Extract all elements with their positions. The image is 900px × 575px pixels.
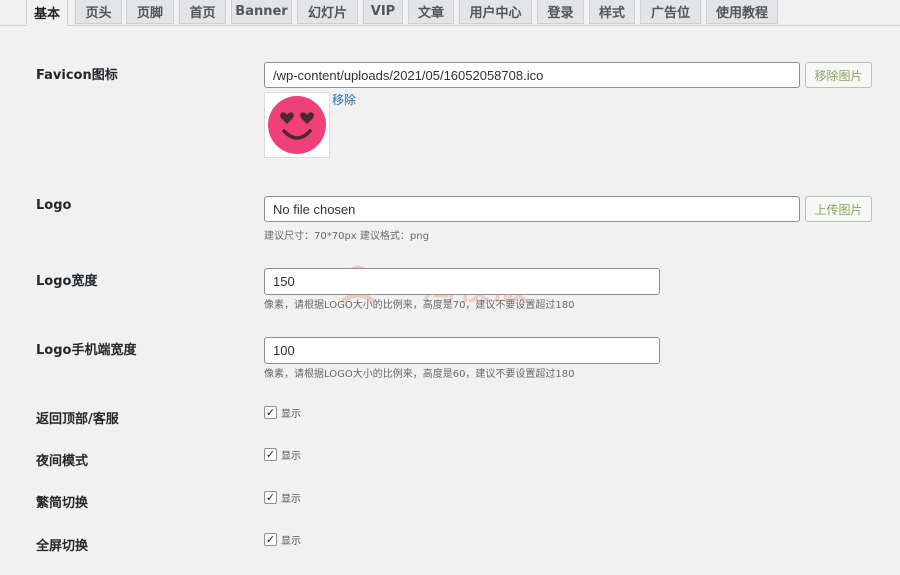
- tab-user-center[interactable]: 用户中心: [459, 0, 532, 24]
- remove-favicon-link[interactable]: 移除: [332, 91, 356, 108]
- simplified-traditional-option: ✓ 显示: [264, 490, 301, 505]
- favicon-preview: [264, 92, 330, 158]
- back-to-top-checkbox[interactable]: ✓: [264, 406, 277, 419]
- tab-articles[interactable]: 文章: [408, 0, 454, 24]
- logo-file-input[interactable]: No file chosen: [264, 196, 800, 222]
- simplified-traditional-label: 繁简切换: [36, 496, 89, 511]
- logo-hint: 建议尺寸：70*70px 建议格式：png: [264, 231, 429, 242]
- night-mode-label: 夜间模式: [36, 454, 89, 469]
- logo-width-input[interactable]: 150: [264, 268, 660, 295]
- night-mode-option-label: 显示: [281, 451, 301, 462]
- tab-banner[interactable]: Banner: [231, 0, 292, 24]
- night-mode-checkbox[interactable]: ✓: [264, 448, 277, 461]
- heart-eyes-smiley-icon: [268, 96, 326, 154]
- night-mode-option: ✓ 显示: [264, 447, 301, 462]
- back-to-top-option: ✓ 显示: [264, 405, 301, 420]
- tab-ads[interactable]: 广告位: [640, 0, 701, 24]
- tab-home[interactable]: 首页: [179, 0, 226, 24]
- fullscreen-label: 全屏切换: [36, 539, 89, 554]
- logo-mobile-width-label: Logo手机端宽度: [36, 343, 137, 358]
- logo-label: Logo: [36, 198, 72, 213]
- simplified-traditional-checkbox[interactable]: ✓: [264, 491, 277, 504]
- fullscreen-option: ✓ 显示: [264, 532, 301, 547]
- logo-mobile-width-input[interactable]: 100: [264, 337, 660, 364]
- logo-width-label: Logo宽度: [36, 274, 98, 289]
- simplified-traditional-option-label: 显示: [281, 494, 301, 505]
- fullscreen-option-label: 显示: [281, 536, 301, 547]
- tab-header[interactable]: 页头: [75, 0, 122, 24]
- settings-tabs: 基本 页头 页脚 首页 Banner 幻灯片 VIP 文章 用户中心 登录 样式…: [0, 0, 900, 26]
- tab-vip[interactable]: VIP: [363, 0, 403, 24]
- tab-style[interactable]: 样式: [589, 0, 635, 24]
- favicon-label: Favicon图标: [36, 68, 118, 83]
- logo-mobile-width-hint: 像素，请根据LOGO大小的比例来，高度是60，建议不要设置超过180: [264, 369, 575, 380]
- remove-image-button[interactable]: 移除图片: [805, 62, 872, 88]
- upload-image-button[interactable]: 上传图片: [805, 196, 872, 222]
- tab-login[interactable]: 登录: [537, 0, 584, 24]
- tab-slides[interactable]: 幻灯片: [297, 0, 358, 24]
- favicon-url-input[interactable]: /wp-content/uploads/2021/05/16052058708.…: [264, 62, 800, 88]
- logo-width-hint: 像素，请根据LOGO大小的比例来，高度是70，建议不要设置超过180: [264, 300, 575, 311]
- tab-tutorial[interactable]: 使用教程: [706, 0, 778, 24]
- tab-footer[interactable]: 页脚: [126, 0, 174, 24]
- back-to-top-label: 返回顶部/客服: [36, 412, 119, 427]
- fullscreen-checkbox[interactable]: ✓: [264, 533, 277, 546]
- back-to-top-option-label: 显示: [281, 409, 301, 420]
- tab-basic[interactable]: 基本: [26, 0, 68, 26]
